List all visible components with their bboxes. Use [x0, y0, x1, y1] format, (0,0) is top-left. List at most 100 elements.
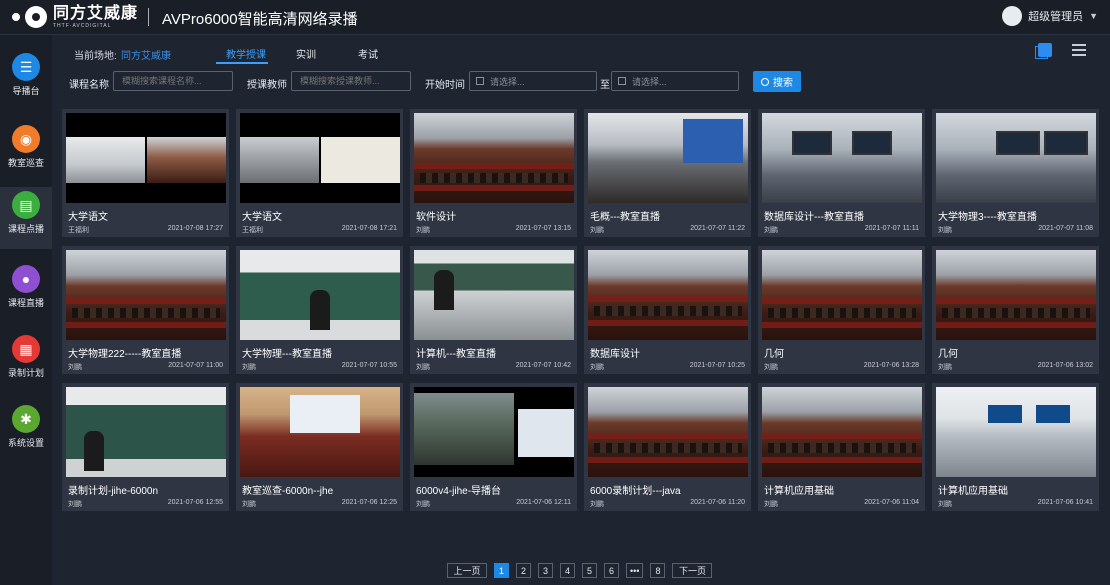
- card-title: 数据库设计---教室直播: [764, 212, 864, 223]
- grid-view-icon[interactable]: [1035, 43, 1052, 59]
- prev-page-button[interactable]: 上一页: [447, 563, 487, 578]
- card-title: 计算机应用基础: [764, 486, 834, 497]
- card-author: 刘鹏: [242, 364, 256, 371]
- card-date: 2021-07-07 11:11: [864, 225, 919, 232]
- course-name-label: 课程名称: [69, 80, 109, 91]
- page-button[interactable]: 1: [494, 563, 509, 578]
- recording-thumbnail[interactable]: [414, 387, 574, 477]
- sidebar-item-settings[interactable]: ✱ 系统设置: [0, 401, 52, 463]
- recording-thumbnail[interactable]: [240, 250, 400, 340]
- page-button[interactable]: 2: [516, 563, 531, 578]
- recording-card[interactable]: 数据库设计---教室直播 刘鹏 2021-07-07 11:11: [758, 109, 925, 237]
- card-author: 王福利: [68, 227, 89, 234]
- sidebar-item-patrol[interactable]: ◉ 教室巡查: [0, 121, 52, 183]
- sidebar-item-schedule[interactable]: ▦ 录制计划: [0, 331, 52, 393]
- recording-card[interactable]: 教室巡查-6000n--jhe 刘鹏 2021-07-06 12:25: [236, 383, 403, 511]
- date-from-value: 请选择...: [490, 76, 525, 87]
- sidebar-item-vod[interactable]: ▤ 课程点播: [0, 187, 52, 249]
- recording-card[interactable]: 数据库设计 刘鹏 2021-07-07 10:25: [584, 246, 751, 374]
- logo-dot-icon: [12, 13, 20, 21]
- recording-thumbnail[interactable]: [762, 113, 922, 203]
- gear-icon: ✱: [12, 405, 40, 433]
- recording-thumbnail[interactable]: [66, 387, 226, 477]
- card-date: 2021-07-07 10:42: [515, 362, 571, 369]
- recording-thumbnail[interactable]: [936, 387, 1096, 477]
- search-button[interactable]: 搜索: [753, 71, 801, 92]
- recording-thumbnail[interactable]: [66, 113, 226, 203]
- page-button[interactable]: 6: [604, 563, 619, 578]
- brand-logo[interactable]: 同方艾威康 THTF·AVCDIGITAL: [12, 5, 138, 29]
- course-name-input[interactable]: [113, 71, 233, 91]
- card-title: 软件设计: [416, 212, 456, 223]
- logo-ring-icon: [25, 6, 47, 28]
- page-button[interactable]: 8: [650, 563, 666, 578]
- card-author: 刘鹏: [764, 227, 778, 234]
- recording-thumbnail[interactable]: [240, 113, 400, 203]
- user-name[interactable]: 超级管理员: [1028, 8, 1083, 24]
- recording-card[interactable]: 大学物理222-----教室直播 刘鹏 2021-07-07 11:00: [62, 246, 229, 374]
- logo-subtitle: THTF·AVCDIGITAL: [53, 22, 112, 29]
- pagination: 上一页 1 2 3 4 5 6 ••• 8 下一页: [447, 563, 719, 579]
- sidebar-item-label: 课程点播: [7, 224, 44, 234]
- card-date: 2021-07-06 12:25: [341, 499, 397, 506]
- recording-thumbnail[interactable]: [414, 113, 574, 203]
- recording-thumbnail[interactable]: [588, 387, 748, 477]
- recording-thumbnail[interactable]: [936, 113, 1096, 203]
- card-title: 大学语文: [242, 212, 282, 223]
- card-title: 教室巡查-6000n--jhe: [242, 486, 334, 497]
- logo-name: 同方艾威康: [53, 4, 139, 22]
- user-menu[interactable]: 超级管理员 ▼: [1002, 6, 1098, 26]
- recording-thumbnail[interactable]: [588, 250, 748, 340]
- recording-card[interactable]: 录制计划-jihe-6000n 刘鹏 2021-07-06 12:55: [62, 383, 229, 511]
- card-author: 刘鹏: [764, 501, 778, 508]
- sidebar-item-director[interactable]: ☰ 导播台: [0, 49, 52, 111]
- card-title: 大学物理3----教室直播: [938, 212, 1037, 223]
- recording-thumbnail[interactable]: [588, 113, 748, 203]
- recording-thumbnail[interactable]: [66, 250, 226, 340]
- recording-thumbnail[interactable]: [414, 250, 574, 340]
- recording-thumbnail[interactable]: [762, 387, 922, 477]
- date-from-picker[interactable]: 请选择...: [469, 71, 597, 91]
- app-title: AVPro6000智能高清网络录播: [162, 11, 358, 28]
- teacher-input[interactable]: [291, 71, 411, 91]
- sidebar-item-live[interactable]: ● 课程直播: [0, 261, 52, 323]
- list-view-icon[interactable]: [1072, 44, 1086, 56]
- page-ellipsis-button[interactable]: •••: [626, 563, 644, 578]
- date-to-picker[interactable]: 请选择...: [611, 71, 739, 91]
- patrol-icon: ◉: [12, 125, 40, 153]
- tab-exam[interactable]: 考试: [358, 46, 378, 61]
- recording-card[interactable]: 计算机应用基础 刘鹏 2021-07-06 11:04: [758, 383, 925, 511]
- next-page-button[interactable]: 下一页: [672, 563, 713, 578]
- page-button[interactable]: 4: [560, 563, 575, 578]
- recording-card[interactable]: 6000v4-jihe-导播台 刘鹏 2021-07-06 12:11: [410, 383, 577, 511]
- recording-card[interactable]: 软件设计 刘鹏 2021-07-07 13:15: [410, 109, 577, 237]
- recording-card[interactable]: 计算机应用基础 刘鹏 2021-07-06 10:41: [932, 383, 1099, 511]
- avatar[interactable]: [1002, 6, 1023, 26]
- recording-card[interactable]: 几何 刘鹏 2021-07-06 13:02: [932, 246, 1099, 374]
- card-author: 刘鹏: [416, 501, 430, 508]
- active-tab-indicator: [216, 62, 268, 64]
- card-date: 2021-07-06 12:55: [167, 499, 223, 506]
- tab-training[interactable]: 实训: [296, 46, 316, 61]
- recording-thumbnail[interactable]: [762, 250, 922, 340]
- recording-card[interactable]: 大学语文 王福利 2021-07-08 17:27: [62, 109, 229, 237]
- recording-card[interactable]: 大学语文 王福利 2021-07-08 17:21: [236, 109, 403, 237]
- venue-label: 当前场地:: [74, 51, 117, 62]
- card-title: 毛概---教室直播: [590, 212, 660, 223]
- tab-teaching[interactable]: 教学授课: [226, 46, 266, 61]
- recording-card[interactable]: 几何 刘鹏 2021-07-06 13:28: [758, 246, 925, 374]
- chevron-down-icon[interactable]: ▼: [1089, 11, 1098, 21]
- page-button[interactable]: 3: [538, 563, 553, 578]
- recording-thumbnail[interactable]: [936, 250, 1096, 340]
- venue-selector[interactable]: 同方艾威康: [121, 47, 171, 62]
- recording-card[interactable]: 毛概---教室直播 刘鹏 2021-07-07 11:22: [584, 109, 751, 237]
- recording-card[interactable]: 大学物理---教室直播 刘鹏 2021-07-07 10:55: [236, 246, 403, 374]
- calendar-icon: [476, 77, 484, 85]
- recording-card[interactable]: 计算机---教室直播 刘鹏 2021-07-07 10:42: [410, 246, 577, 374]
- recording-thumbnail[interactable]: [240, 387, 400, 477]
- recording-card[interactable]: 大学物理3----教室直播 刘鹏 2021-07-07 11:08: [932, 109, 1099, 237]
- card-date: 2021-07-07 11:22: [690, 225, 745, 232]
- card-author: 刘鹏: [416, 227, 430, 234]
- recording-card[interactable]: 6000录制计划---java 刘鹏 2021-07-06 11:20: [584, 383, 751, 511]
- page-button[interactable]: 5: [582, 563, 597, 578]
